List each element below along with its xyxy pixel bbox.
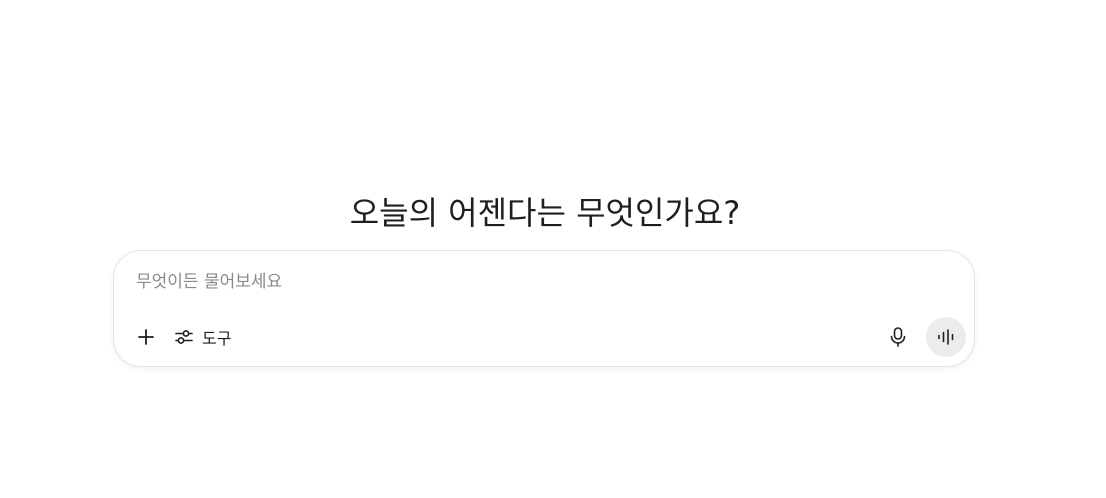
tools-label: 도구	[202, 329, 232, 348]
prompt-input[interactable]	[136, 267, 936, 297]
plus-icon	[138, 329, 154, 345]
tools-button[interactable]: 도구	[174, 323, 231, 351]
microphone-icon	[890, 327, 906, 347]
dictate-button[interactable]	[884, 323, 912, 351]
prompt-composer: 도구	[113, 250, 975, 367]
page: 오늘의 어젠다는 무엇인가요? 도구	[0, 0, 1106, 498]
voice-mode-button[interactable]	[926, 317, 966, 357]
add-attachment-button[interactable]	[132, 323, 160, 351]
page-title: 오늘의 어젠다는 무엇인가요?	[349, 194, 741, 233]
audio-waveform-icon	[938, 329, 954, 345]
sliders-icon	[175, 330, 193, 344]
